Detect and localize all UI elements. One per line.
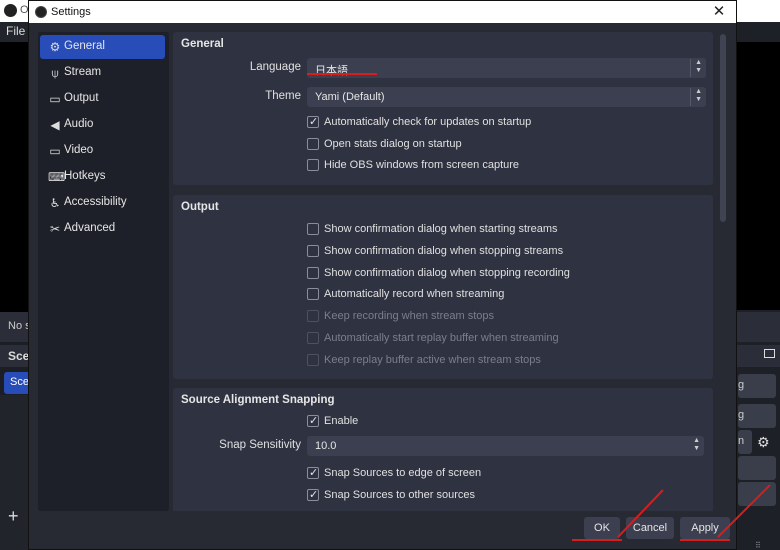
annotation-slash-ok	[617, 489, 664, 538]
annotation-strokes	[617, 484, 771, 538]
annotation-slash-apply	[717, 484, 771, 538]
